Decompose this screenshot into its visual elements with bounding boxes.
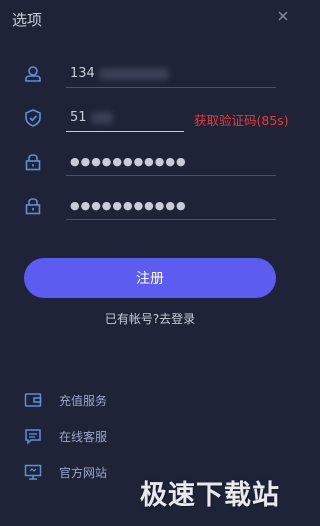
menu-item-website[interactable]: 官方网站 bbox=[24, 463, 107, 481]
verification-code-field[interactable]: 51 bbox=[66, 104, 184, 132]
redacted-blur bbox=[90, 111, 113, 124]
get-code-button[interactable]: 获取验证码(85s) bbox=[194, 110, 289, 129]
menu-item-support[interactable]: 在线客服 bbox=[24, 427, 107, 445]
username-value: 134 bbox=[70, 66, 95, 81]
username-field[interactable]: 134 bbox=[66, 60, 276, 88]
confirm-password-row bbox=[22, 192, 44, 220]
menu-item-label: 充值服务 bbox=[59, 393, 108, 408]
lock-icon bbox=[22, 151, 44, 173]
menu-item-label: 官方网站 bbox=[59, 465, 108, 480]
login-link[interactable]: 已有帐号?去登录 bbox=[0, 310, 300, 327]
password-row bbox=[22, 148, 44, 176]
username-row bbox=[22, 60, 44, 88]
code-row bbox=[22, 104, 44, 132]
wallet-icon bbox=[24, 391, 42, 409]
shield-check-icon bbox=[22, 107, 44, 129]
password-value: ●●●●●●●●●●● bbox=[70, 155, 187, 168]
user-icon bbox=[22, 63, 44, 85]
watermark: 极速下载站 bbox=[140, 480, 280, 511]
redacted-blur bbox=[98, 67, 169, 80]
window-title: 选项 bbox=[12, 11, 43, 29]
menu-item-recharge[interactable]: 充值服务 bbox=[24, 391, 107, 409]
confirm-password-field[interactable]: ●●●●●●●●●●● bbox=[66, 192, 276, 220]
menu-item-label: 在线客服 bbox=[59, 429, 108, 444]
password-field[interactable]: ●●●●●●●●●●● bbox=[66, 148, 276, 176]
close-icon[interactable] bbox=[275, 8, 291, 24]
monitor-icon bbox=[24, 463, 42, 481]
lock-icon bbox=[22, 195, 44, 217]
code-value: 51 bbox=[70, 110, 87, 125]
register-button[interactable]: 注册 bbox=[24, 258, 276, 298]
confirm-password-value: ●●●●●●●●●●● bbox=[70, 199, 187, 212]
chat-icon bbox=[24, 427, 42, 445]
